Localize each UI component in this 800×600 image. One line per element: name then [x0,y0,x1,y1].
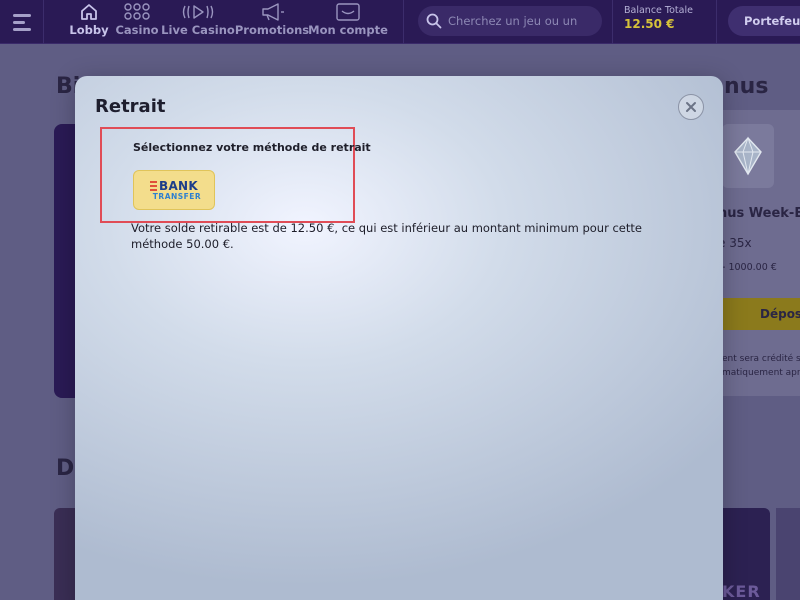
account-icon [335,2,361,22]
megaphone-icon [258,2,286,22]
home-icon [80,2,98,22]
nav-item-label: Promotions [234,23,310,37]
nav-item-lobby[interactable]: Lobby [69,2,109,42]
nav-item-label: Mon compte [308,23,388,37]
bank-transfer-button[interactable]: BANK TRANSFER [133,170,215,210]
game-thumbnail-title: KER [722,582,761,600]
bank-sub: TRANSFER [152,191,202,201]
search-box[interactable] [418,6,602,36]
method-label: Sélectionnez votre méthode de retrait [133,141,371,154]
bonus-note: ent sera crédité s [722,354,800,364]
play-icon [181,2,215,22]
nav-item-mon-compte[interactable]: Mon compte [308,2,388,42]
nav-item-live-casino[interactable]: Live Casino [161,2,235,42]
nav-item-label: Live Casino [161,23,235,37]
withdrawal-modal: Retrait Sélectionnez votre méthode de re… [75,76,723,600]
nav-item-casino[interactable]: Casino [115,2,159,42]
nav-divider [716,0,717,44]
wallet-button[interactable]: Portefeuille [728,6,800,36]
diamond-icon [722,124,774,188]
grid-icon [123,2,151,22]
withdrawal-method-section: Sélectionnez votre méthode de retrait BA… [100,127,371,223]
close-icon [686,102,696,112]
section-heading: D [56,456,75,481]
balance-value: 12.50 € [624,17,675,31]
bank-transfer-logo: BANK [150,180,198,192]
balance-message: Votre solde retirable est de 12.50 €, ce… [131,221,642,251]
modal-title: Retrait [95,96,166,117]
menu-icon[interactable] [0,0,44,44]
close-button[interactable] [678,94,704,120]
top-navigation: Lobby Casino Live Casino Promotions Mon … [0,0,800,44]
game-thumbnail[interactable] [54,508,76,600]
balance-label: Balance Totale [624,5,693,16]
bonus-note: matiquement apre [722,368,800,378]
nav-item-label: Lobby [69,23,109,37]
deposit-button[interactable]: Dépose [722,298,800,330]
nav-item-label: Casino [115,23,159,37]
nav-divider [612,0,613,44]
bonus-heading: nus [724,74,769,99]
bonus-title: nus Week-E [718,206,800,221]
game-thumbnail[interactable] [776,508,800,600]
nav-divider [403,0,404,44]
search-icon [426,13,442,29]
search-input[interactable] [448,14,598,28]
bonus-wager: e 35x [718,236,752,250]
balance-display: Balance Totale 12.50 € [624,5,693,31]
bank-word: BANK [159,178,198,193]
bonus-range: - 1000.00 € [722,262,777,273]
nav-item-promotions[interactable]: Promotions [235,2,309,42]
